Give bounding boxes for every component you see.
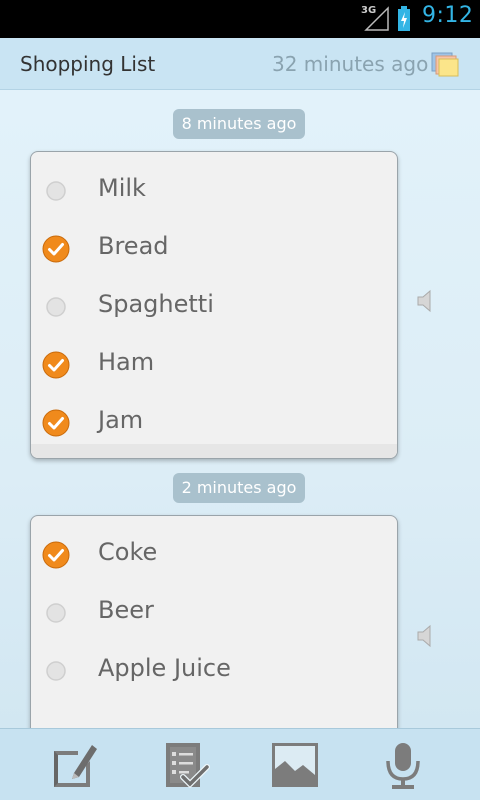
edit-note-icon[interactable] xyxy=(50,739,100,791)
status-bar: 3G 9:12 xyxy=(0,0,480,38)
microphone-icon[interactable] xyxy=(378,739,428,791)
checklist-card: Coke Beer Apple Juice xyxy=(30,515,398,728)
list-item[interactable]: Ham xyxy=(31,335,397,393)
list-item-label: Beer xyxy=(98,596,154,624)
speaker-icon[interactable] xyxy=(414,623,440,649)
checkbox-unchecked-icon[interactable] xyxy=(42,293,70,321)
checkbox-checked-icon[interactable] xyxy=(42,541,70,569)
timestamp-pill: 8 minutes ago xyxy=(173,109,305,139)
signal-icon xyxy=(364,6,389,31)
list-item[interactable]: Milk xyxy=(31,161,397,219)
battery-charging-icon xyxy=(398,6,410,31)
speaker-icon[interactable] xyxy=(414,288,440,314)
list-item[interactable]: Jam xyxy=(31,393,397,451)
list-item-label: Apple Juice xyxy=(98,654,231,682)
title-bar: Shopping List 32 minutes ago xyxy=(0,38,480,90)
list-item-label: Milk xyxy=(98,174,146,202)
list-item[interactable]: Apple Juice xyxy=(31,641,397,699)
clock: 9:12 xyxy=(422,3,474,28)
list-item-label: Bread xyxy=(98,232,169,260)
list-item[interactable]: Beer xyxy=(31,583,397,641)
timestamp-pill: 2 minutes ago xyxy=(173,473,305,503)
list-item-label: Coke xyxy=(98,538,158,566)
checkbox-unchecked-icon[interactable] xyxy=(42,657,70,685)
checkbox-unchecked-icon[interactable] xyxy=(42,599,70,627)
checklist-icon[interactable] xyxy=(161,739,211,791)
bottom-toolbar xyxy=(0,728,480,800)
list-item-label: Spaghetti xyxy=(98,290,214,318)
note-content[interactable]: 8 minutes ago Milk Bread Spaghetti Ham J… xyxy=(0,90,480,728)
list-item[interactable]: Spaghetti xyxy=(31,277,397,335)
list-item-label: Ham xyxy=(98,348,155,376)
card-footer xyxy=(31,444,397,458)
checkbox-unchecked-icon[interactable] xyxy=(42,177,70,205)
checkbox-checked-icon[interactable] xyxy=(42,235,70,263)
note-title[interactable]: Shopping List xyxy=(20,52,155,76)
checkbox-checked-icon[interactable] xyxy=(42,351,70,379)
list-item-label: Jam xyxy=(98,406,144,434)
image-icon[interactable] xyxy=(270,739,320,791)
list-item[interactable]: Coke xyxy=(31,525,397,583)
notes-icon[interactable] xyxy=(430,50,460,78)
app-screen: Shopping List 32 minutes ago 8 minutes a… xyxy=(0,38,480,800)
last-updated: 32 minutes ago xyxy=(272,52,429,76)
checklist-card: Milk Bread Spaghetti Ham Jam xyxy=(30,151,398,459)
list-item[interactable]: Bread xyxy=(31,219,397,277)
checkbox-checked-icon[interactable] xyxy=(42,409,70,437)
